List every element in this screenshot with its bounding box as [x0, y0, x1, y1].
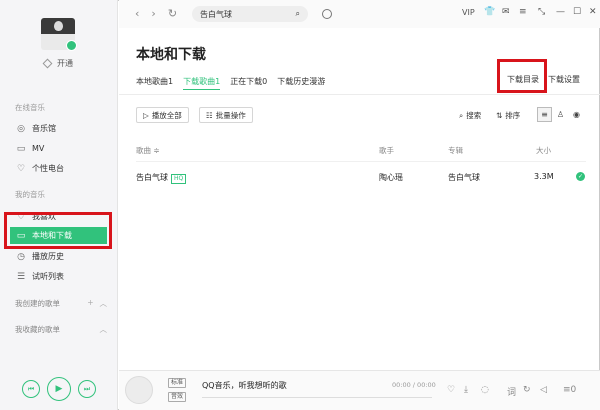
- song-title[interactable]: 告白气球 HQ: [136, 172, 187, 184]
- hq-badge: HQ: [171, 174, 187, 184]
- downloaded-check-icon: ✓: [576, 172, 585, 181]
- batch-operations-button[interactable]: ☷ 批量操作: [199, 107, 253, 123]
- page-title: 本地和下载: [136, 47, 206, 63]
- close-icon[interactable]: ✕: [589, 7, 597, 17]
- sidebar-item-music-hall[interactable]: ◎ 音乐馆: [10, 120, 107, 137]
- created-playlists-label: 我创建的歌单: [15, 299, 60, 308]
- back-icon[interactable]: ‹: [135, 7, 139, 20]
- column-album[interactable]: 专辑: [448, 145, 463, 156]
- playlist-icon: ☰: [16, 271, 26, 282]
- search-list-button[interactable]: ⌕ 搜索: [459, 110, 481, 121]
- vip-open-label: 开通: [57, 59, 73, 68]
- online-music-title: 在线音乐: [15, 103, 45, 112]
- search-icon[interactable]: ⌕: [296, 9, 300, 19]
- tab-downloading[interactable]: 正在下载0: [230, 76, 267, 90]
- play-icon: ▷: [143, 110, 149, 120]
- my-music-title: 我的音乐: [15, 190, 45, 199]
- tab-downloaded-songs[interactable]: 下载歌曲1: [183, 76, 221, 90]
- diamond-icon: [42, 58, 53, 69]
- sidebar-item-history[interactable]: ◷ 播放历史: [10, 248, 107, 265]
- song-album[interactable]: 告白气球: [448, 172, 480, 183]
- download-settings-link[interactable]: 下载设置: [548, 74, 580, 85]
- song-artist[interactable]: 陶心瑶: [379, 172, 403, 183]
- album-view-button[interactable]: ◉: [569, 107, 584, 122]
- tab-download-history[interactable]: 下载历史漫游: [277, 76, 325, 90]
- playlist-count-icon[interactable]: ≡0: [563, 385, 576, 395]
- favorited-playlists-header[interactable]: 我收藏的歌单 ︿: [15, 324, 107, 335]
- column-artist[interactable]: 歌手: [379, 145, 394, 156]
- column-size[interactable]: 大小: [536, 145, 551, 156]
- highlight-box-download-dir: [497, 59, 547, 93]
- download-icon[interactable]: ⤓: [464, 385, 468, 395]
- vip-open-link[interactable]: 开通: [42, 58, 73, 69]
- sidebar-item-trial-list[interactable]: ☰ 试听列表: [10, 268, 107, 285]
- chevron-up-icon[interactable]: ︿: [100, 324, 108, 335]
- sort-label: 排序: [505, 111, 521, 120]
- sidebar-item-mv[interactable]: ▭ MV: [10, 140, 107, 157]
- music-hall-icon: ◎: [17, 123, 25, 134]
- play-all-label: 播放全部: [151, 110, 182, 120]
- artist-view-button[interactable]: ♙: [553, 107, 568, 122]
- sidebar-item-label: MV: [32, 144, 45, 153]
- highlight-box-sidebar: [4, 212, 112, 249]
- search-list-label: 搜索: [466, 111, 482, 120]
- sidebar-item-label: 播放历史: [32, 252, 64, 261]
- sidebar-item-label: 个性电台: [32, 164, 64, 173]
- minimize-icon[interactable]: —: [556, 7, 565, 17]
- nav-arrows: ‹ › ↻: [135, 7, 177, 20]
- created-playlists-header[interactable]: 我创建的歌单 + ︿: [15, 298, 107, 309]
- search-input[interactable]: 告白气球: [200, 9, 232, 20]
- tab-bar: 本地歌曲1 下载歌曲1 正在下载0 下载历史漫游: [136, 76, 325, 90]
- search-box[interactable]: 告白气球 ⌕: [192, 6, 308, 22]
- table-header-divider: [136, 161, 586, 162]
- volume-icon[interactable]: ◁: [540, 385, 547, 395]
- add-icon[interactable]: +: [87, 298, 93, 309]
- sidebar-item-radio[interactable]: ♡ 个性电台: [10, 160, 107, 177]
- sidebar-item-label: 音乐馆: [32, 124, 56, 133]
- lyrics-icon[interactable]: 词: [507, 385, 516, 398]
- next-button[interactable]: ⏭: [78, 380, 96, 398]
- now-playing-text: QQ音乐，听我想听的歌: [202, 381, 287, 390]
- like-icon[interactable]: ♡: [447, 385, 455, 395]
- chevron-up-icon[interactable]: ︿: [100, 298, 108, 309]
- mv-icon: ▭: [16, 143, 26, 154]
- vip-link[interactable]: VIP: [462, 8, 475, 17]
- header-divider: [119, 94, 600, 95]
- song-title-text: 告白气球: [136, 173, 168, 182]
- sort-icon: ⇅: [496, 111, 503, 120]
- album-cover[interactable]: [125, 376, 153, 404]
- apple-icon: [54, 21, 63, 31]
- play-button[interactable]: ▶: [47, 377, 71, 401]
- song-size: 3.3M: [534, 172, 554, 181]
- tab-local-songs[interactable]: 本地歌曲1: [136, 76, 173, 90]
- playback-time: 00:00 / 00:00: [392, 381, 436, 389]
- batch-ops-label: 批量操作: [215, 110, 246, 120]
- sidebar-item-label: 试听列表: [32, 272, 64, 281]
- refresh-icon[interactable]: ↻: [168, 7, 177, 20]
- favorited-playlists-label: 我收藏的歌单: [15, 325, 60, 334]
- progress-bar[interactable]: [202, 397, 432, 398]
- sort-button[interactable]: ⇅ 排序: [496, 110, 520, 121]
- wechat-badge-icon: [66, 40, 77, 51]
- history-icon: ◷: [17, 251, 25, 262]
- column-song[interactable]: 歌曲 ≑: [136, 145, 160, 156]
- menu-icon[interactable]: ≡: [519, 7, 527, 17]
- search-icon: ⌕: [459, 110, 464, 120]
- sound-effect-tag[interactable]: 音效: [168, 392, 187, 402]
- loop-icon[interactable]: ↻: [523, 385, 531, 395]
- play-all-button[interactable]: ▷ 播放全部: [136, 107, 189, 123]
- maximize-icon[interactable]: ☐: [573, 7, 581, 17]
- forward-icon[interactable]: ›: [151, 7, 155, 20]
- skin-icon[interactable]: 👕: [484, 7, 495, 17]
- recognize-icon[interactable]: [322, 9, 332, 19]
- previous-button[interactable]: ⏮: [22, 380, 40, 398]
- list-view-button[interactable]: ≡: [537, 107, 552, 122]
- mini-mode-icon[interactable]: ⤡: [538, 7, 545, 17]
- comment-icon[interactable]: ◌: [481, 385, 489, 395]
- message-icon[interactable]: ✉: [502, 7, 510, 17]
- batch-icon: ☷: [206, 110, 213, 120]
- quality-tag[interactable]: 标准: [168, 378, 187, 388]
- radio-icon: ♡: [16, 163, 26, 174]
